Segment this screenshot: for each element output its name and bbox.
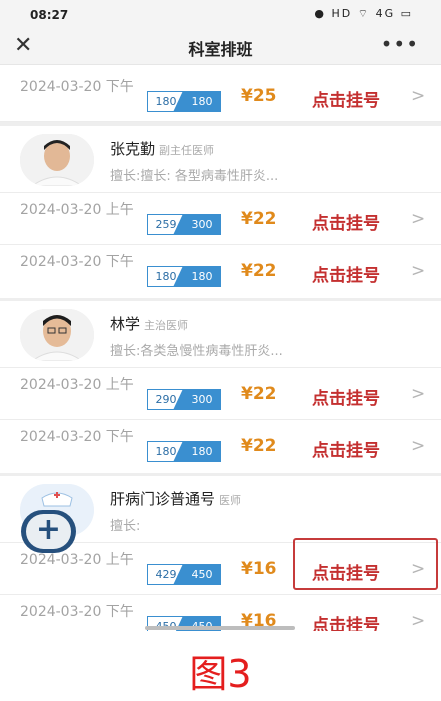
- caption-area: 图3: [0, 626, 441, 701]
- chevron-right-icon[interactable]: >: [411, 261, 425, 281]
- doctor-title: 主治医师: [144, 319, 189, 332]
- quota-total: 300: [191, 393, 213, 406]
- doctor-skill: 擅长:各类急慢性病毒性肝炎...: [110, 344, 283, 359]
- schedule-block: 2024-03-20 下午 180 180 ¥25 点击挂号 >: [0, 65, 441, 122]
- nav-bar: ✕ 科室排班 •••: [0, 30, 441, 65]
- chevron-right-icon[interactable]: >: [411, 436, 425, 456]
- slot-date: 2024-03-20 下午: [20, 429, 134, 445]
- slot-date: 2024-03-20 上午: [20, 377, 134, 393]
- quota-total: 180: [191, 445, 213, 458]
- chevron-right-icon[interactable]: >: [411, 209, 425, 229]
- slot-date: 2024-03-20 上午: [20, 552, 134, 568]
- slot-date: 2024-03-20 下午: [20, 79, 134, 95]
- price: ¥22: [241, 384, 277, 404]
- book-button[interactable]: 点击挂号: [312, 261, 380, 286]
- price: ¥16: [241, 559, 277, 579]
- page-title: 科室排班: [188, 40, 253, 59]
- add-button[interactable]: +: [21, 510, 76, 553]
- quota-badge: 429 450: [147, 564, 221, 585]
- quota-total: 180: [191, 95, 213, 108]
- doctor-name: 林学 主治医师: [110, 315, 189, 333]
- slot-row: 2024-03-20 下午 180 180 ¥25 点击挂号 >: [0, 69, 441, 122]
- chevron-right-icon[interactable]: >: [411, 611, 425, 631]
- slot-date: 2024-03-20 上午: [20, 202, 134, 218]
- status-icons: ● HD ⌔ 4G ▭: [314, 7, 413, 20]
- slot-date: 2024-03-20 下午: [20, 254, 134, 270]
- figure-label: 图3: [189, 652, 252, 696]
- plus-icon: +: [35, 512, 62, 547]
- doctor-title: 副主任医师: [159, 144, 215, 157]
- doctor-block: 林学 主治医师 擅长:各类急慢性病毒性肝炎... 2024-03-20 上午 29…: [0, 301, 441, 473]
- avatar: [20, 134, 94, 186]
- doctor-skill: 擅长:: [110, 519, 141, 534]
- doctor-title: 医师: [219, 494, 242, 507]
- doctor-block: 张克勤 副主任医师 擅长:擅长: 各型病毒性肝炎... 2024-03-20 上午…: [0, 126, 441, 298]
- doctor-name: 肝病门诊普通号 医师: [110, 490, 242, 508]
- price: ¥25: [241, 86, 277, 106]
- slot-row: 2024-03-20 上午 290 300 ¥22 点击挂号 >: [0, 367, 441, 420]
- book-button[interactable]: 点击挂号: [312, 384, 380, 409]
- book-button[interactable]: 点击挂号: [312, 436, 380, 461]
- quota-badge: 259 300: [147, 214, 221, 235]
- quota-badge: 290 300: [147, 389, 221, 410]
- scroll-indicator: [145, 626, 295, 630]
- book-button[interactable]: 点击挂号: [312, 209, 380, 234]
- status-bar: 08:27 ● HD ⌔ 4G ▭: [0, 0, 441, 30]
- book-button[interactable]: 点击挂号: [312, 611, 380, 631]
- doctor-name: 张克勤 副主任医师: [110, 140, 215, 158]
- quota-badge: 180 180: [147, 266, 221, 287]
- quota-badge: 180 180: [147, 91, 221, 112]
- price: ¥22: [241, 436, 277, 456]
- book-button[interactable]: 点击挂号: [312, 86, 380, 111]
- slot-row: 2024-03-20 下午 180 180 ¥22 点击挂号 >: [0, 244, 441, 296]
- chevron-right-icon[interactable]: >: [411, 384, 425, 404]
- chevron-right-icon[interactable]: >: [411, 86, 425, 106]
- quota-badge: 180 180: [147, 441, 221, 462]
- slot-date: 2024-03-20 下午: [20, 604, 134, 620]
- quota-total: 450: [191, 568, 213, 581]
- doctor-skill: 擅长:擅长: 各型病毒性肝炎...: [110, 169, 279, 184]
- quota-total: 300: [191, 218, 213, 231]
- doctor-header[interactable]: 林学 主治医师 擅长:各类急慢性病毒性肝炎...: [0, 301, 441, 368]
- more-icon[interactable]: •••: [381, 32, 419, 56]
- status-time: 08:27: [30, 8, 69, 22]
- avatar: [20, 309, 94, 361]
- slot-row: 2024-03-20 上午 259 300 ¥22 点击挂号 >: [0, 192, 441, 245]
- quota-total: 180: [191, 270, 213, 283]
- highlight-annotation: [293, 538, 438, 590]
- price: ¥22: [241, 261, 277, 281]
- doctor-header[interactable]: 张克勤 副主任医师 擅长:擅长: 各型病毒性肝炎...: [0, 126, 441, 193]
- slot-row: 2024-03-20 下午 180 180 ¥22 点击挂号 >: [0, 419, 441, 471]
- price: ¥22: [241, 209, 277, 229]
